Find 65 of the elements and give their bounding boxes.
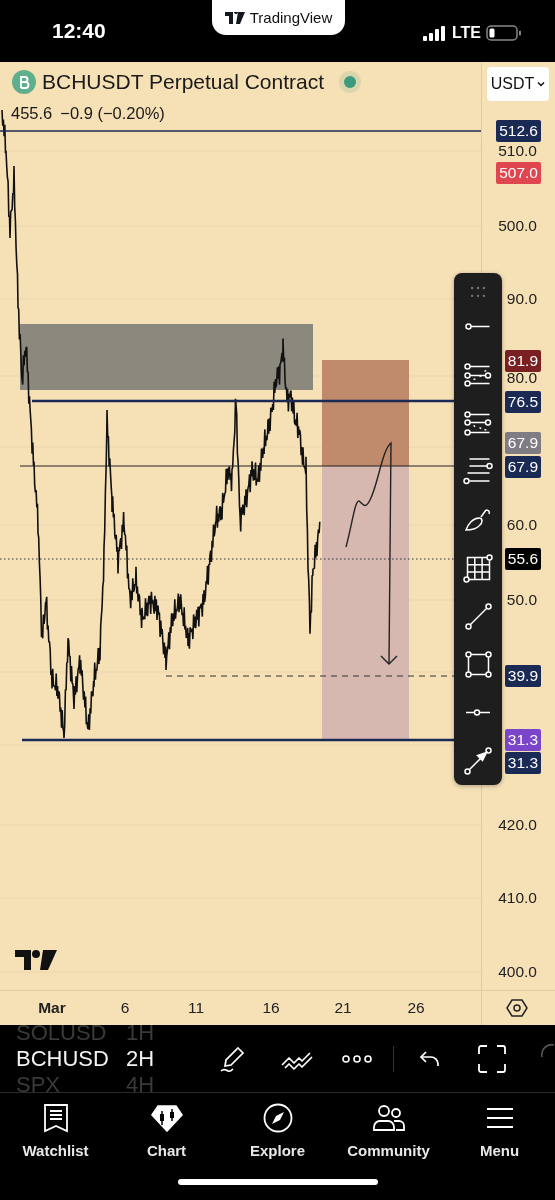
trend-line-icon [463, 601, 493, 631]
price-badge: 512.6 [496, 120, 541, 142]
rectangle-icon [463, 649, 493, 679]
clock-time: 12:40 [52, 19, 106, 43]
more-icon [342, 1054, 372, 1063]
horizontal-line-icon [464, 708, 492, 718]
date-label: 11 [187, 999, 205, 1017]
grid-icon [462, 552, 494, 584]
price-badge: 76.5 [504, 391, 541, 413]
date-label: 16 [262, 999, 280, 1017]
battery-icon [486, 25, 522, 41]
symbol-label: BCHUSD [16, 1046, 110, 1072]
interval-label: 4H [126, 1072, 155, 1092]
symbol-picker-row[interactable]: BCHUSD 2H [16, 1046, 176, 1072]
fullscreen-icon [478, 1044, 506, 1073]
nav-tab[interactable]: Menu [444, 1093, 555, 1168]
caret-icon [537, 81, 546, 87]
nav-tab[interactable]: Watchlist [0, 1093, 111, 1168]
app-pill: TradingView [212, 0, 345, 35]
price-badge: 55.6 [504, 548, 541, 570]
network-label: LTE [451, 24, 481, 42]
price-label: 510.0 [498, 141, 537, 161]
fib-levels-icon [463, 409, 493, 437]
brush-icon [464, 507, 492, 532]
price-label: 410.0 [498, 888, 537, 908]
arrow-line-icon [463, 745, 493, 776]
price-badge: 67.9 [504, 432, 541, 454]
interval-label: 2H [126, 1046, 155, 1072]
nav-tab[interactable]: Chart [111, 1093, 222, 1168]
price-label: 60.0 [506, 515, 537, 535]
price-badge: 81.9 [504, 350, 541, 372]
logo-icon [15, 949, 57, 971]
symbol-label: SPX [16, 1072, 62, 1092]
nav-tab[interactable]: Community [333, 1093, 444, 1168]
interval-label: 1H [126, 1025, 155, 1046]
nav-tab[interactable]: Explore [222, 1093, 333, 1168]
price-badge: 39.9 [504, 665, 541, 687]
pitchfork-icon [463, 362, 493, 389]
date-label: 6 [120, 999, 130, 1017]
price-badge: 507.0 [496, 162, 541, 184]
status-dot [344, 76, 357, 88]
price-badge: 67.9 [504, 456, 541, 478]
price-label: 90.0 [506, 289, 537, 309]
date-label: 26 [407, 999, 425, 1017]
undo-icon [419, 1049, 441, 1068]
price-label: 500.0 [498, 216, 537, 236]
symbol-label: SOLUSD [16, 1025, 108, 1046]
horizontal-ray-icon [464, 322, 492, 332]
last-price: 455.6 [11, 104, 53, 123]
price-label: 400.0 [498, 962, 537, 982]
price-change: −0.9 (−0.20%) [60, 104, 165, 123]
price-label: 50.0 [506, 590, 537, 610]
drag-handle-icon[interactable] [470, 286, 486, 298]
date-label: 21 [334, 999, 352, 1017]
price-badge: 31.3 [504, 752, 541, 774]
logo-icon [224, 11, 245, 24]
price-label: 420.0 [498, 815, 537, 835]
signal-icon [422, 25, 447, 41]
symbol-title: BCHUSDT Perpetual Contract [42, 70, 325, 94]
parallel-lines-icon [462, 457, 494, 486]
currency-dropdown[interactable]: USDT [487, 67, 549, 101]
price-badge: 31.3 [504, 729, 541, 751]
date-label: Mar [38, 999, 66, 1017]
settings-icon[interactable] [506, 997, 528, 1019]
coin-icon [12, 70, 36, 94]
